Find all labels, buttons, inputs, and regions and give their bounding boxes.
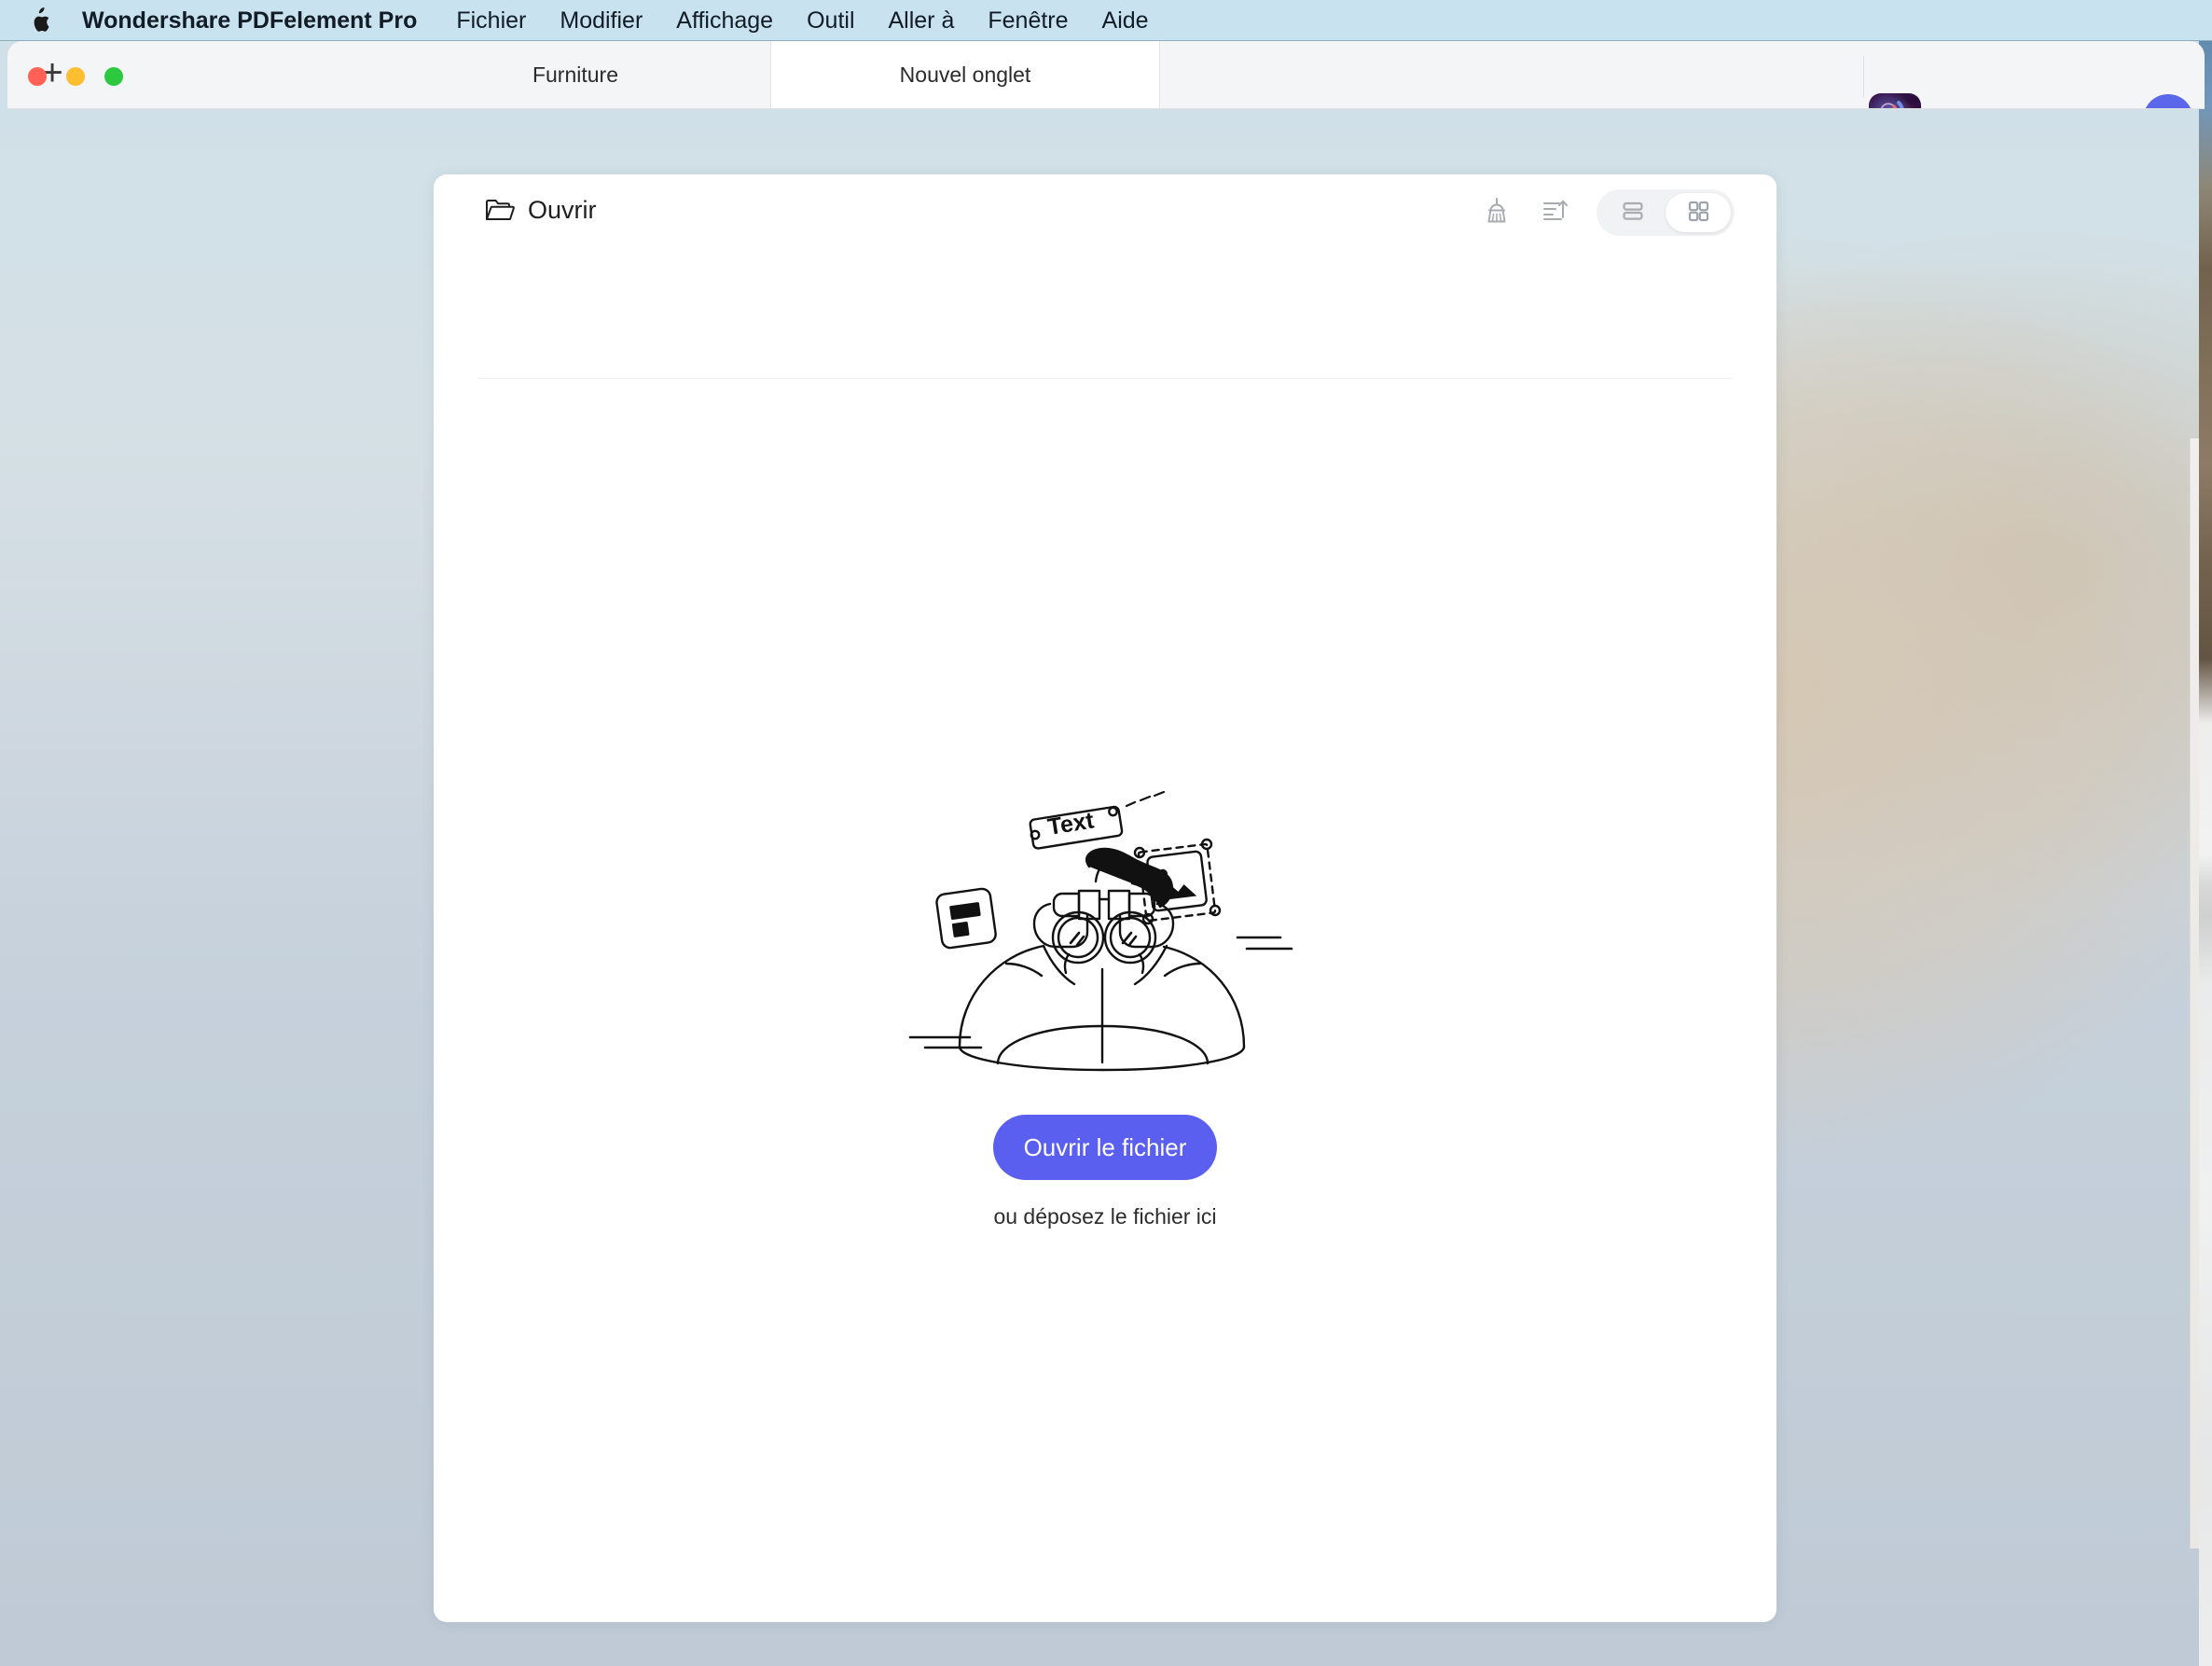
menu-item-outil[interactable]: Outil bbox=[790, 0, 871, 41]
open-section-heading[interactable]: Ouvrir bbox=[485, 196, 597, 225]
menu-item-aide[interactable]: Aide bbox=[1085, 0, 1166, 41]
maximize-button[interactable] bbox=[104, 67, 123, 86]
open-document-panel: Ouvrir Text Ouvrir le fichier ou déposez… bbox=[434, 174, 1777, 1622]
open-section-title: Ouvrir bbox=[528, 195, 597, 224]
tab-furniture-label: Furniture bbox=[532, 62, 619, 87]
drop-file-hint: ou déposez le fichier ici bbox=[993, 1204, 1217, 1229]
tab-nouvel-onglet-label: Nouvel onglet bbox=[899, 62, 1031, 87]
grid-view-icon bbox=[1685, 198, 1711, 229]
list-view-button[interactable] bbox=[1600, 193, 1666, 232]
grid-view-button[interactable] bbox=[1666, 193, 1731, 232]
close-button[interactable] bbox=[28, 67, 47, 86]
wondershare-app-icon[interactable] bbox=[1869, 93, 1921, 108]
sort-ascending-icon bbox=[1539, 195, 1570, 231]
panel-header: Ouvrir bbox=[434, 174, 1777, 245]
macos-menu-bar: Wondershare PDFelement Pro Fichier Modif… bbox=[0, 0, 2212, 41]
menu-item-fichier[interactable]: Fichier bbox=[439, 0, 543, 41]
svg-text:Text: Text bbox=[1046, 807, 1097, 840]
tab-furniture[interactable]: Furniture bbox=[380, 41, 770, 108]
list-view-icon bbox=[1620, 198, 1646, 229]
person-with-binoculars-illustration: Text bbox=[886, 771, 1324, 1079]
traffic-lights bbox=[28, 67, 123, 86]
apple-logo-icon[interactable] bbox=[28, 7, 52, 35]
menu-item-fenetre[interactable]: Fenêtre bbox=[971, 0, 1085, 41]
open-folder-icon bbox=[485, 197, 515, 223]
menu-item-modifier[interactable]: Modifier bbox=[543, 0, 659, 41]
menu-item-aller-a[interactable]: Aller à bbox=[872, 0, 972, 41]
broom-icon bbox=[1481, 195, 1513, 231]
desktop-background: Wondershare PDFelement Pro Fichier Modif… bbox=[0, 0, 2212, 1666]
window-titlebar: Furniture Nouvel onglet + bbox=[7, 41, 2205, 109]
panel-header-divider bbox=[478, 378, 1732, 379]
panel-toolbar bbox=[1468, 189, 1735, 236]
user-avatar-icon[interactable] bbox=[2143, 94, 2193, 108]
empty-state: Text Ouvrir le fichier ou déposez le fic… bbox=[434, 771, 1777, 1229]
pdfelement-window: Furniture Nouvel onglet + Ouvrir Text Ou… bbox=[7, 41, 2205, 1666]
clear-recent-button[interactable] bbox=[1468, 190, 1526, 235]
view-mode-toggle[interactable] bbox=[1597, 189, 1735, 236]
menu-app-name[interactable]: Wondershare PDFelement Pro bbox=[65, 0, 439, 41]
window-content-area: Ouvrir Text Ouvrir le fichier ou déposez… bbox=[7, 109, 2205, 1666]
minimize-button[interactable] bbox=[66, 67, 85, 86]
sort-button[interactable] bbox=[1526, 190, 1583, 235]
menu-item-affichage[interactable]: Affichage bbox=[659, 0, 790, 41]
open-file-button[interactable]: Ouvrir le fichier bbox=[993, 1115, 1217, 1180]
titlebar-divider bbox=[1863, 56, 1864, 97]
tab-nouvel-onglet[interactable]: Nouvel onglet bbox=[770, 41, 1160, 108]
